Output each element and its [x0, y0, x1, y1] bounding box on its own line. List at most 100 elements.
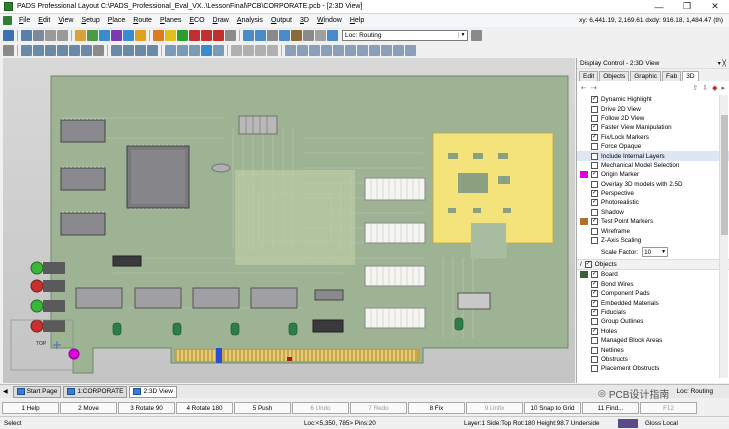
option-row[interactable]: ✓ Dynamic Highlight — [577, 95, 729, 104]
option-row[interactable]: ✓ Faster View Manipulation — [577, 123, 729, 132]
object-row[interactable]: ✓ Board — [577, 270, 729, 279]
menu-output[interactable]: Output — [267, 17, 296, 24]
option-checkbox[interactable]: ✓ — [591, 171, 598, 179]
object-checkbox[interactable] — [591, 365, 598, 373]
object-row[interactable]: Group Outlines — [577, 317, 729, 326]
option-row[interactable]: Follow 2D View — [577, 114, 729, 123]
object-checkbox[interactable]: ✓ — [591, 271, 598, 279]
move-icon[interactable] — [3, 44, 14, 56]
option-checkbox[interactable] — [591, 237, 598, 245]
option-checkbox[interactable]: ✓ — [591, 133, 598, 141]
3d-view-icon[interactable] — [285, 44, 296, 56]
trace-icon[interactable] — [177, 44, 188, 56]
monitor-icon[interactable] — [279, 29, 290, 41]
document-icon[interactable] — [3, 16, 12, 25]
object-row[interactable]: Placement Obstructs — [577, 364, 729, 373]
object-row[interactable]: ✓ Embedded Materials — [577, 298, 729, 307]
option-row[interactable]: ✓ Fix/Lock Markers — [577, 133, 729, 142]
options-icon[interactable] — [471, 29, 482, 41]
function-key-5[interactable]: 5 Push — [234, 402, 291, 414]
option-checkbox[interactable]: ✓ — [591, 124, 598, 132]
color-swatch[interactable] — [580, 171, 588, 179]
object-row[interactable]: Managed Block Areas — [577, 336, 729, 345]
function-key-6[interactable]: 6 Undo — [292, 402, 349, 414]
menu-place[interactable]: Place — [104, 17, 130, 24]
option-checkbox[interactable] — [591, 143, 598, 151]
plow-icon[interactable] — [189, 44, 200, 56]
select-icon[interactable] — [75, 29, 86, 41]
panel-scrollbar[interactable] — [719, 95, 728, 378]
3d-left-icon[interactable] — [357, 44, 368, 56]
window-icon[interactable] — [255, 29, 266, 41]
3d-snapshot-icon[interactable] — [405, 44, 416, 56]
function-key-11[interactable]: 11 Find... — [582, 402, 639, 414]
net-icon[interactable] — [213, 44, 224, 56]
tab-3d-view[interactable]: 2:3D View — [129, 385, 177, 398]
lock-icon[interactable] — [291, 29, 302, 41]
zoom-out-icon[interactable] — [33, 44, 44, 56]
option-checkbox[interactable] — [591, 105, 598, 113]
scale-factor-select[interactable]: 10 ▼ — [642, 247, 669, 258]
grid-icon[interactable] — [123, 29, 134, 41]
menu-setup[interactable]: Setup — [77, 17, 103, 24]
save-icon[interactable] — [3, 29, 14, 41]
gear-icon[interactable] — [153, 29, 164, 41]
3d-front-icon[interactable] — [333, 44, 344, 56]
objects-section-header[interactable]: / ✓ Objects — [577, 259, 729, 271]
objects-checkbox[interactable]: ✓ — [584, 261, 592, 269]
eco-icon[interactable] — [189, 29, 200, 41]
3d-right-icon[interactable] — [369, 44, 380, 56]
function-key-10[interactable]: 10 Snap to Grid — [524, 402, 581, 414]
scrollbar-thumb[interactable] — [721, 115, 728, 235]
cut-icon[interactable] — [33, 29, 44, 41]
close-button[interactable]: ✕ — [701, 0, 729, 14]
option-checkbox[interactable] — [591, 152, 598, 160]
option-row[interactable]: Mechanical Model Selection — [577, 161, 729, 170]
chevron-down-icon[interactable]: ▼ — [458, 32, 467, 38]
menu-route[interactable]: Route — [129, 17, 156, 24]
option-checkbox[interactable]: ✓ — [591, 218, 598, 226]
menu-draw[interactable]: Draw — [209, 17, 233, 24]
object-row[interactable]: ✓ Bond Wires — [577, 280, 729, 289]
option-checkbox[interactable] — [591, 227, 598, 235]
object-checkbox[interactable] — [591, 337, 598, 345]
object-row[interactable]: ✓ Fiducials — [577, 308, 729, 317]
restore-button[interactable]: ❐ — [673, 0, 701, 14]
up-icon[interactable]: ⇧ — [692, 84, 698, 92]
option-checkbox[interactable]: ✓ — [591, 190, 598, 198]
text-icon[interactable] — [243, 29, 254, 41]
pencil-icon[interactable] — [93, 44, 104, 56]
output-icon[interactable] — [213, 29, 224, 41]
measure-icon[interactable] — [315, 29, 326, 41]
tab-corporate[interactable]: 1:CORPORATE — [63, 385, 128, 398]
zoom-window-icon[interactable] — [57, 44, 68, 56]
redo-icon[interactable] — [57, 29, 68, 41]
object-row[interactable]: Netlines — [577, 345, 729, 354]
tab-start-page[interactable]: Start Page — [12, 385, 62, 398]
tab-objects[interactable]: Objects — [599, 71, 630, 81]
tab-scroll-left-icon[interactable]: ◀ — [3, 388, 8, 395]
play-icon[interactable] — [201, 44, 212, 56]
plane-icon[interactable] — [111, 29, 122, 41]
function-key-3[interactable]: 3 Rotate 90 — [118, 402, 175, 414]
find-icon[interactable] — [21, 29, 32, 41]
object-checkbox[interactable] — [591, 355, 598, 363]
object-checkbox[interactable]: ✓ — [591, 309, 598, 316]
option-row[interactable]: Drive 2D View — [577, 104, 729, 113]
option-row[interactable]: Shadow — [577, 208, 729, 217]
menu-help[interactable]: Help — [346, 17, 368, 24]
object-checkbox[interactable]: ✓ — [591, 290, 598, 298]
tab-fab[interactable]: Fab — [662, 71, 682, 81]
settings-icon[interactable]: ▸ — [721, 84, 725, 92]
menu-file[interactable]: File — [15, 17, 34, 24]
pcb-3d-view[interactable]: TOP — [3, 58, 575, 383]
menu-edit[interactable]: Edit — [34, 17, 54, 24]
redraw-icon[interactable] — [81, 44, 92, 56]
3d-iso-icon[interactable] — [381, 44, 392, 56]
tab-edit[interactable]: Edit — [579, 71, 599, 81]
menu-eco[interactable]: ECO — [185, 17, 208, 24]
object-checkbox[interactable] — [591, 318, 598, 326]
option-checkbox[interactable] — [591, 161, 598, 169]
function-key-8[interactable]: 8 Fix — [408, 402, 465, 414]
option-row[interactable]: ✓ Photorealistic — [577, 198, 729, 207]
